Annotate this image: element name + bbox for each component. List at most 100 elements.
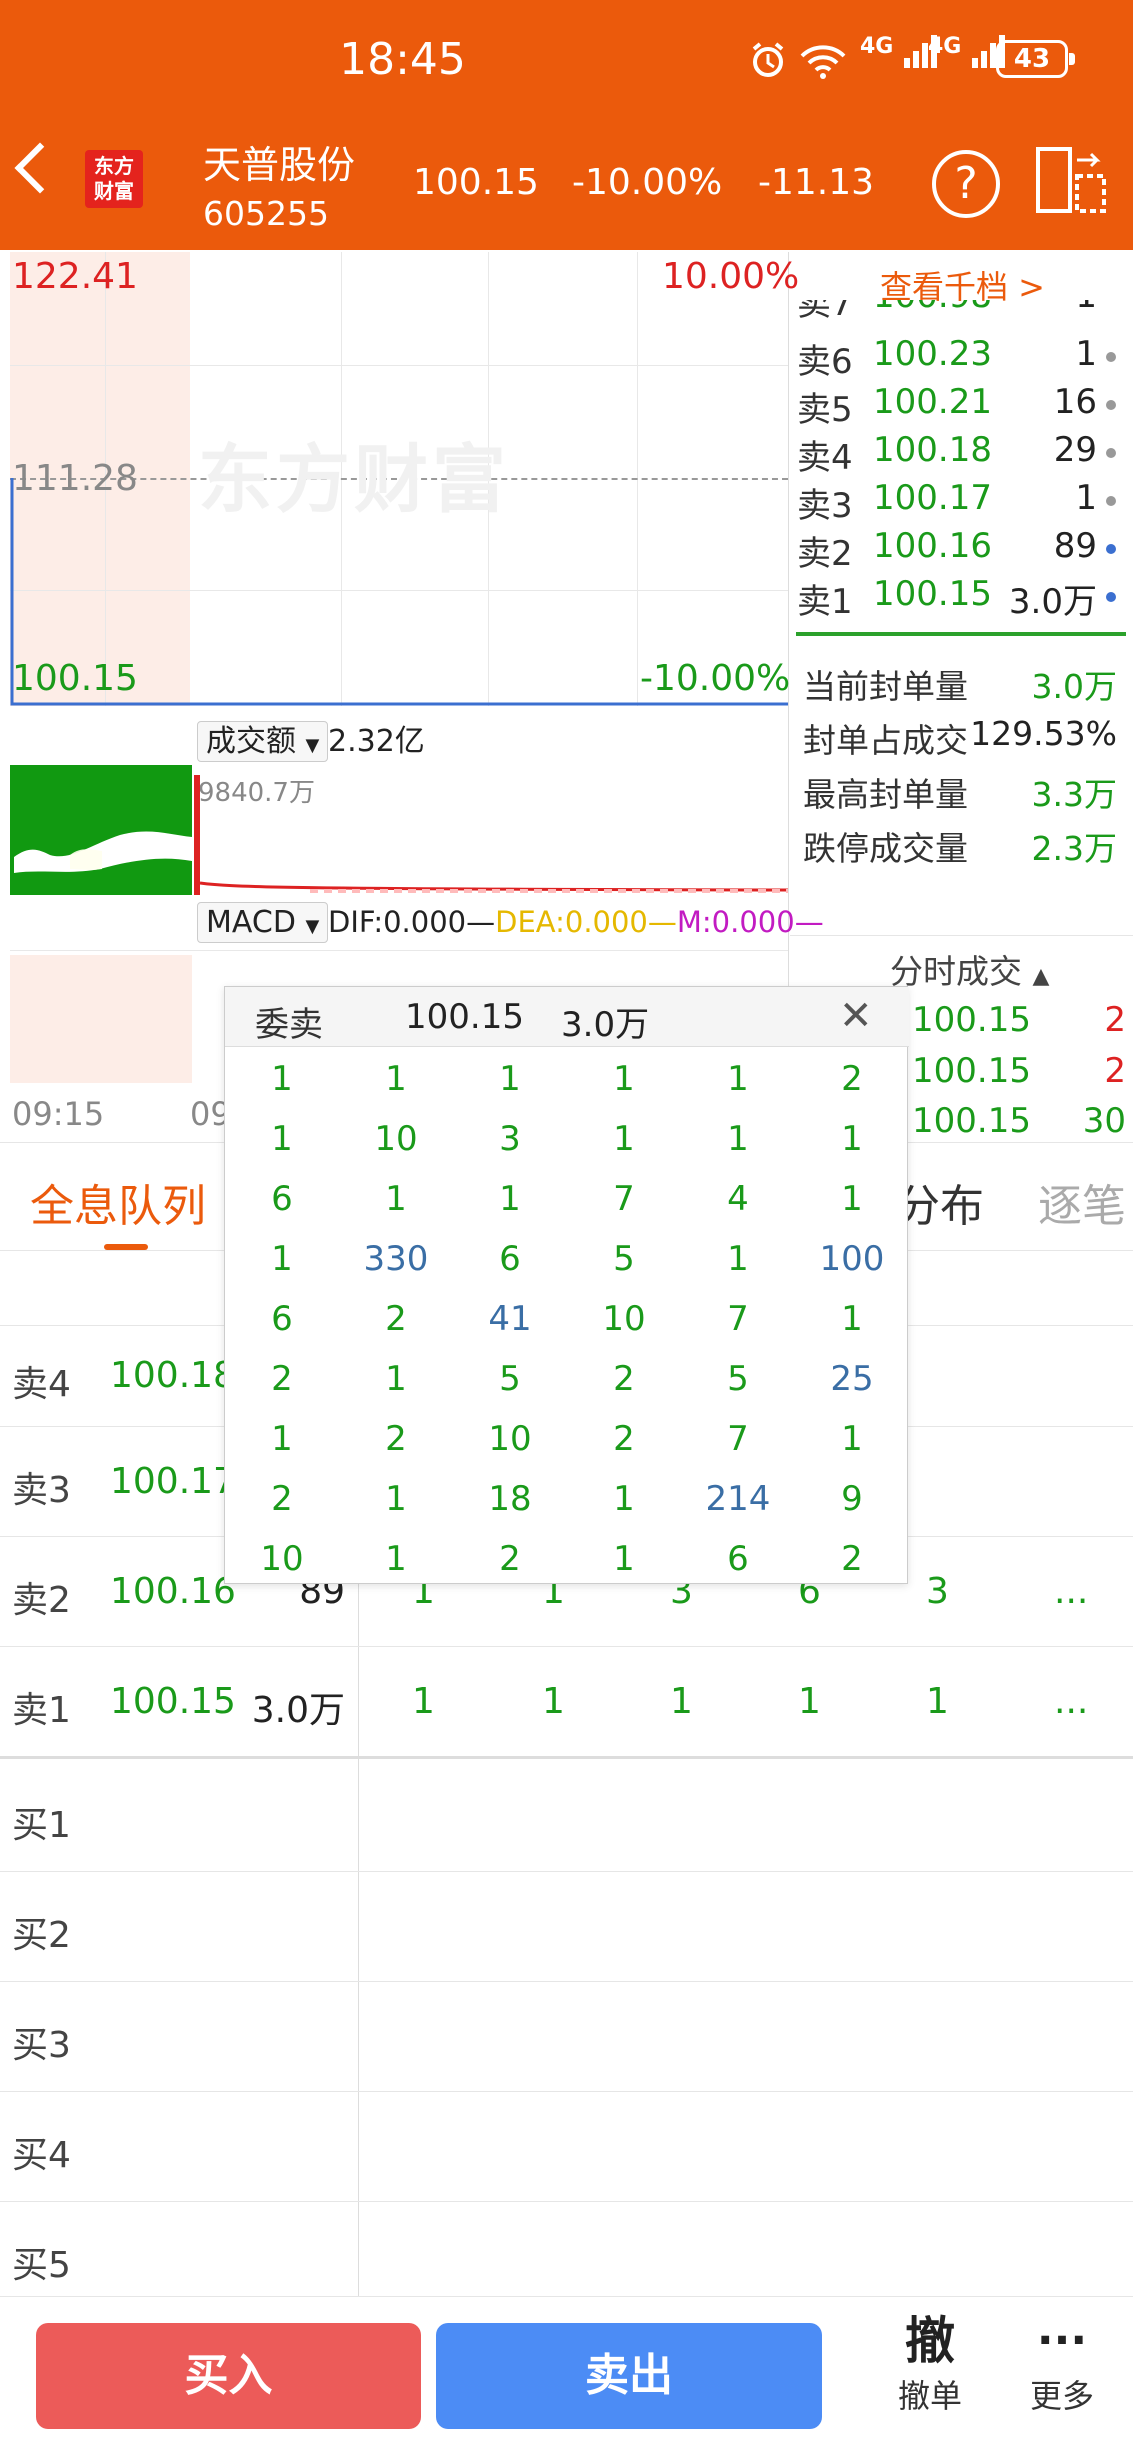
header-price: 100.15 — [413, 162, 539, 203]
brand-logo: 东方 财富 — [85, 150, 143, 208]
close-icon[interactable]: ✕ — [839, 993, 873, 1039]
popup-cell: 1 — [271, 1419, 293, 1459]
sell-level-label: 卖2 — [797, 534, 853, 574]
cancel-icon: 撤 — [905, 2312, 955, 2370]
sell-level-price: 100.21 — [873, 382, 992, 422]
popup-header: 委卖 100.15 3.0万 ✕ — [225, 987, 909, 1047]
row-label: 买3 — [12, 2025, 71, 2066]
popup-cell: 1 — [613, 1059, 635, 1099]
sell-level-vol: 29 — [1053, 430, 1097, 470]
tab-distribution[interactable]: 分布 — [896, 1170, 984, 1234]
level-dot — [1106, 496, 1116, 506]
sort-up-icon: ▲ — [1032, 964, 1050, 989]
popup-cell: 1 — [727, 1239, 749, 1279]
dropdown-icon: ▼ — [305, 735, 320, 756]
more-icon: ··· — [1036, 2315, 1088, 2366]
row-label: 买1 — [12, 1805, 71, 1846]
more-label: 更多 — [1029, 2377, 1094, 2415]
dif-value: DIF:0.000 — [328, 905, 467, 939]
popup-cell: 10 — [602, 1299, 646, 1339]
popup-cell: 41 — [488, 1299, 532, 1339]
app-root: 18:45 4G 4G 43 东方 财富 天普股份 605255 100.15 … — [0, 0, 1133, 2453]
sell-level-price: 100.23 — [873, 334, 992, 374]
stat-label: 当前封单量 — [803, 667, 968, 706]
table-row[interactable]: 买3 — [0, 1982, 1133, 2092]
top-bar: 18:45 4G 4G 43 东方 财富 天普股份 605255 100.15 … — [0, 0, 1133, 250]
sell-level-price: 100.98 — [873, 300, 992, 316]
popup-cell: 7 — [727, 1299, 749, 1339]
tick-vol: 2 — [1104, 1051, 1126, 1091]
popup-cell: 1 — [613, 1479, 635, 1519]
network-type-1: 4G — [860, 34, 894, 59]
popup-cell: 2 — [613, 1419, 635, 1459]
queue-value: 1 — [926, 1681, 949, 1722]
macd-selector[interactable]: MACD ▼ — [197, 902, 329, 943]
sell-level-label: 卖6 — [797, 342, 853, 382]
divider — [790, 935, 1133, 936]
more-button[interactable]: ··· 更多 — [1012, 2309, 1112, 2419]
popup-cell: 1 — [385, 1179, 407, 1219]
row-vol: 3.0万 — [251, 1690, 345, 1731]
popup-cell: 2 — [499, 1539, 521, 1579]
macd-selector-label: MACD — [206, 905, 296, 940]
sell-level-label: 卖4 — [797, 438, 853, 478]
row-price: 100.16 — [110, 1571, 236, 1612]
popup-cell: 2 — [385, 1419, 407, 1459]
low-price-label: 100.15 — [12, 658, 138, 699]
popup-cell: 1 — [841, 1299, 863, 1339]
sell-level-price: 100.18 — [873, 430, 992, 470]
sell-queue-popup: 委卖 100.15 3.0万 ✕ 1 1 1 1 1 2 1 10 3 1 1 1 6 1 1 7 4 1 1 330… — [224, 986, 909, 1584]
table-row[interactable]: 卖1 100.15 3.0万 1 1 1 1 1 ... — [0, 1647, 1133, 1759]
tick-title[interactable]: 分时成交 ▲ — [890, 945, 1049, 993]
popup-cell: 5 — [613, 1239, 635, 1279]
help-button[interactable]: ? — [932, 150, 1000, 218]
queue-more[interactable]: ... — [1054, 1681, 1088, 1722]
m-value: M:0.000 — [676, 905, 795, 939]
row-price: 100.15 — [110, 1681, 236, 1722]
popup-cell: 6 — [499, 1239, 521, 1279]
popup-cell: 100 — [819, 1239, 885, 1279]
tick-price: 100.15 — [912, 1000, 1031, 1040]
popup-cell: 1 — [385, 1359, 407, 1399]
bottom-action-bar: 买入 卖出 撤 撤单 ··· 更多 — [0, 2296, 1133, 2453]
sell-level-label: 卖3 — [797, 486, 853, 526]
popup-cell: 5 — [499, 1359, 521, 1399]
popup-cell: 9 — [841, 1479, 863, 1519]
popup-cell: 7 — [613, 1179, 635, 1219]
queue-more[interactable]: ... — [1054, 1571, 1088, 1612]
sell-level-vol: 3.0万 — [1008, 582, 1097, 622]
popup-cell: 2 — [271, 1479, 293, 1519]
popup-cell: 10 — [374, 1119, 418, 1159]
sell-level-price: 100.17 — [873, 478, 992, 518]
sell-button[interactable]: 卖出 — [436, 2323, 822, 2429]
sell-level-vol: 1 — [1075, 334, 1097, 374]
layout-switch-icon[interactable] — [1035, 146, 1107, 214]
popup-cell: 1 — [727, 1059, 749, 1099]
table-row[interactable]: 买5 — [0, 2202, 1133, 2296]
popup-cell: 18 — [488, 1479, 532, 1519]
table-row[interactable]: 买2 — [0, 1872, 1133, 1982]
tab-tick-by-tick[interactable]: 逐笔 — [1038, 1170, 1133, 1234]
stat-value: 3.0万 — [1031, 667, 1117, 706]
popup-cell: 10 — [488, 1419, 532, 1459]
prev-close-label: 111.28 — [12, 458, 138, 499]
table-row[interactable]: 买1 — [0, 1762, 1133, 1872]
table-row[interactable]: 买4 — [0, 2092, 1133, 2202]
turnover-selector[interactable]: 成交额 ▼ — [197, 716, 329, 762]
popup-price: 100.15 — [405, 997, 524, 1037]
row-label: 卖4 — [12, 1364, 71, 1405]
popup-cell: 2 — [271, 1359, 293, 1399]
header-change-pct: -10.00% — [572, 162, 723, 203]
popup-cell: 2 — [613, 1359, 635, 1399]
dropdown-icon: ▼ — [305, 916, 320, 937]
macd-auction-shade — [10, 955, 192, 1083]
queue-value: 3 — [926, 1571, 949, 1612]
back-arrow-icon[interactable] — [14, 142, 66, 194]
popup-cell: 1 — [613, 1539, 635, 1579]
popup-cell: 1 — [841, 1119, 863, 1159]
cancel-order-button[interactable]: 撤 撤单 — [880, 2309, 980, 2419]
buy-button[interactable]: 买入 — [36, 2323, 421, 2429]
sell-level-vol: 16 — [1053, 382, 1097, 422]
stock-name: 天普股份 — [203, 143, 356, 187]
tab-full-queue[interactable]: 全息队列 — [30, 1170, 206, 1234]
